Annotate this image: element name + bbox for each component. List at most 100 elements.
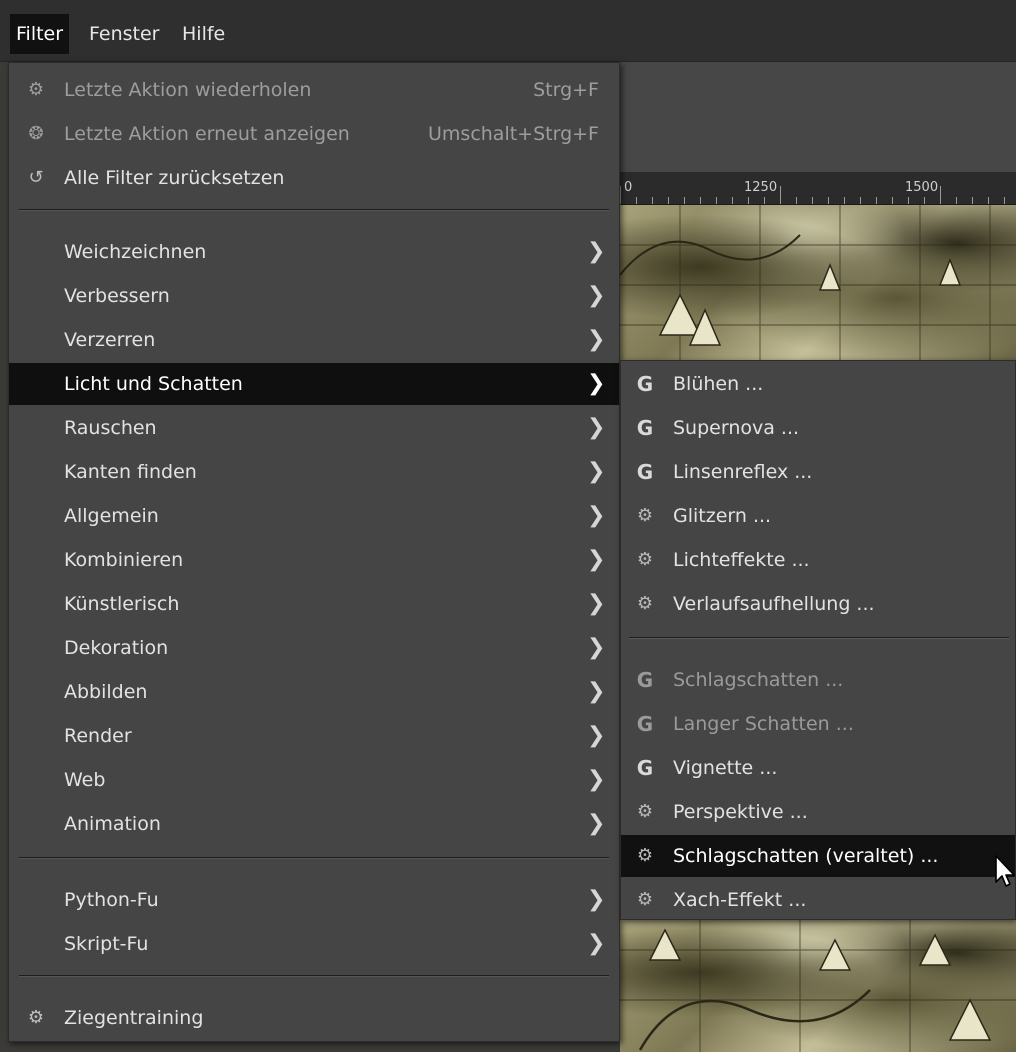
menu-item-animation[interactable]: Animation ❯ [9,803,619,845]
menu-item-abbilden[interactable]: Abbilden ❯ [9,671,619,713]
ruler-tick [860,197,861,204]
plugin-icon: ⚙ [636,593,654,614]
menu-item-dekoration[interactable]: Dekoration ❯ [9,627,619,669]
menu-item-alle-filter-zuruecksetzen[interactable]: ↺ Alle Filter zurücksetzen [9,157,619,199]
menu-item-label: Verlaufsaufhellung ... [673,593,875,615]
chevron-right-icon: ❯ [587,415,606,440]
submenu-item-xach-effekt[interactable]: ⚙ Xach-Effekt ... [621,879,1015,921]
gegl-icon: G [636,668,654,692]
menu-item-licht-und-schatten[interactable]: Licht und Schatten ❯ [9,363,619,405]
menu-separator [629,637,1009,639]
menu-item-label: Animation [64,813,161,835]
menu-item-label: Skript-Fu [64,933,149,955]
ruler-tick [668,197,669,204]
chevron-right-icon: ❯ [587,239,606,264]
ruler-tick [892,197,893,204]
gegl-icon: G [636,756,654,780]
submenu-item-schlagschatten-veraltet[interactable]: ⚙ Schlagschatten (veraltet) ... [621,835,1015,877]
menu-item-label: Langer Schatten ... [673,713,854,735]
plugin-icon: ⚙ [636,801,654,822]
chevron-right-icon: ❯ [587,887,606,912]
menu-item-label: Kanten finden [64,461,197,483]
menu-item-letzte-aktion-erneut-anzeigen[interactable]: ❂ Letzte Aktion erneut anzeigen Umschalt… [9,113,619,155]
chevron-right-icon: ❯ [587,283,606,308]
submenu-item-glitzern[interactable]: ⚙ Glitzern ... [621,495,1015,537]
chevron-right-icon: ❯ [587,635,606,660]
plugin-icon: ⚙ [636,505,654,526]
menu-fenster[interactable]: Fenster [83,14,165,54]
submenu-item-linsenreflex[interactable]: G Linsenreflex ... [621,451,1015,493]
submenu-item-bluehen[interactable]: G Blühen ... [621,363,1015,405]
ruler-tick [956,197,957,204]
menu-item-weichzeichnen[interactable]: Weichzeichnen ❯ [9,231,619,273]
menu-item-label: Web [64,769,106,791]
menu-separator [19,857,609,859]
menu-item-python-fu[interactable]: Python-Fu ❯ [9,879,619,921]
menu-item-label: Ziegentraining [64,1007,204,1029]
menu-item-allgemein[interactable]: Allgemein ❯ [9,495,619,537]
ruler-tick [876,197,877,204]
submenu-item-verlaufsaufhellung[interactable]: ⚙ Verlaufsaufhellung ... [621,583,1015,625]
ruler-tick [828,197,829,204]
menu-item-verzerren[interactable]: Verzerren ❯ [9,319,619,361]
plugin-icon: ⚙ [27,79,45,100]
menu-filter[interactable]: Filter [10,14,70,54]
submenu-item-supernova[interactable]: G Supernova ... [621,407,1015,449]
menu-item-label: Blühen ... [673,373,764,395]
menu-item-label: Perspektive ... [673,801,808,823]
ruler-tick [652,197,653,204]
menu-item-rauschen[interactable]: Rauschen ❯ [9,407,619,449]
menu-item-label: Vignette ... [673,757,778,779]
menu-separator [19,209,609,211]
submenu-item-langer-schatten[interactable]: G Langer Schatten ... [621,703,1015,745]
ruler-tick [908,197,909,204]
menu-item-kuenstlerisch[interactable]: Künstlerisch ❯ [9,583,619,625]
ruler-tick [940,186,941,204]
chevron-right-icon: ❯ [587,459,606,484]
menu-item-label: Supernova ... [673,417,800,439]
gegl-icon: G [636,712,654,736]
menu-item-kanten-finden[interactable]: Kanten finden ❯ [9,451,619,493]
submenu-item-schlagschatten[interactable]: G Schlagschatten ... [621,659,1015,701]
submenu-item-perspektive[interactable]: ⚙ Perspektive ... [621,791,1015,833]
menu-item-kombinieren[interactable]: Kombinieren ❯ [9,539,619,581]
ruler-tick [684,197,685,204]
shortcut-label: Strg+F [533,79,599,101]
horizontal-ruler[interactable]: 0 1250 1500 [620,172,1016,205]
menu-item-label: Alle Filter zurücksetzen [64,167,285,189]
menu-item-label: Letzte Aktion wiederholen [64,79,312,101]
plugin-icon: ⚙ [636,845,654,866]
ruler-tick [924,197,925,204]
reshow-icon: ❂ [28,123,44,144]
chevron-right-icon: ❯ [587,931,606,956]
menu-item-label: Lichteffekte ... [673,549,810,571]
chevron-right-icon: ❯ [587,591,606,616]
submenu-licht-und-schatten: G Blühen ... G Supernova ... G Linsenref… [620,360,1016,920]
menu-item-label: Licht und Schatten [64,373,243,395]
menu-item-label: Verbessern [64,285,170,307]
submenu-item-lichteffekte[interactable]: ⚙ Lichteffekte ... [621,539,1015,581]
ruler-label: 0 [624,180,633,195]
menu-item-verbessern[interactable]: Verbessern ❯ [9,275,619,317]
menu-item-label: Dekoration [64,637,169,659]
ruler-tick [988,197,989,204]
ruler-label-1500: 1500 [905,180,939,195]
menu-item-letzte-aktion-wiederholen[interactable]: ⚙ Letzte Aktion wiederholen Strg+F [9,69,619,111]
menu-item-label: Schlagschatten ... [673,669,844,691]
menu-item-label: Glitzern ... [673,505,772,527]
menu-item-skript-fu[interactable]: Skript-Fu ❯ [9,923,619,965]
ruler-tick [748,197,749,204]
reset-icon: ↺ [28,167,44,188]
chevron-right-icon: ❯ [587,767,606,792]
menu-item-label: Abbilden [64,681,148,703]
menu-item-render[interactable]: Render ❯ [9,715,619,757]
submenu-item-vignette[interactable]: G Vignette ... [621,747,1015,789]
menu-item-label: Letzte Aktion erneut anzeigen [64,123,350,145]
map-image-bottom [620,920,1016,1052]
ruler-tick [732,197,733,204]
menu-item-label: Linsenreflex ... [673,461,813,483]
menu-item-web[interactable]: Web ❯ [9,759,619,801]
menu-hilfe[interactable]: Hilfe [176,14,231,54]
gegl-icon: G [636,416,654,440]
menu-item-ziegentraining[interactable]: ⚙ Ziegentraining [9,997,619,1039]
